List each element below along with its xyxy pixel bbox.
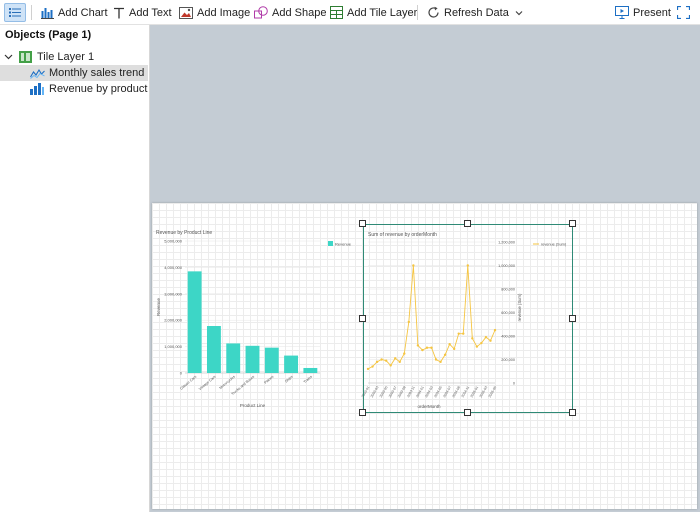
y-tick-label: 5,000,000 [164,239,183,244]
fullscreen-button[interactable] [677,3,694,22]
bar [187,271,202,373]
y-tick-label: 2,000,000 [164,318,183,323]
y-tick-label: 0 [180,371,183,376]
bar [303,367,318,373]
tree-item-revenue-by-product-line[interactable]: Revenue by product lin [0,81,148,97]
selection-frame [363,224,573,413]
toolbar-separator [417,5,418,20]
add-chart-label: Add Chart [58,6,108,19]
outline-toggle-button[interactable] [4,3,26,22]
x-axis-label: Product Line [240,403,266,408]
tree-item-tile-layer[interactable]: Tile Layer 1 [0,49,148,65]
x-tick-label: Planes [263,375,274,385]
bar-chart-icon [30,83,44,95]
legend-swatch [328,241,333,246]
fullscreen-icon [677,6,690,19]
image-icon [179,6,193,19]
monthly-sales-trend-chart[interactable]: Sum of revenue by orderMonth revenue (Sum… [359,220,576,416]
report-page[interactable]: Revenue by Product Line Revenue 5,000,000 4… [152,203,697,509]
y-axis-label: Revenue [156,297,161,316]
y-tick-label: 3,000,000 [164,291,183,296]
y-tick-label: 4,000,000 [164,265,183,270]
add-shape-label: Add Shape [272,6,327,19]
tree-item-label: Revenue by product lin [49,83,148,95]
refresh-data-button[interactable]: Refresh Data [427,3,523,22]
resize-handle-left[interactable] [359,315,366,322]
bar [206,326,221,373]
chevron-down-icon[interactable] [515,10,523,16]
resize-handle-top-left[interactable] [359,220,366,227]
resize-handle-top[interactable] [464,220,471,227]
x-tick-label: Ships [284,375,294,384]
x-tick-label: Motorcycles [219,375,236,391]
resize-handle-right[interactable] [569,315,576,322]
x-tick-label: Trains [303,375,313,385]
bar [284,355,299,373]
bar [264,347,279,373]
add-tile-layer-label: Add Tile Layer [347,6,418,19]
chevron-down-icon[interactable] [4,53,13,61]
text-icon [114,7,124,18]
resize-handle-bottom[interactable] [464,409,471,416]
tile-layer-icon [330,6,343,19]
revenue-by-product-line-chart[interactable]: Revenue by Product Line Revenue 5,000,000 4… [155,227,355,412]
canvas-area[interactable]: Revenue by Product Line Revenue 5,000,000 4… [150,25,700,512]
objects-panel: Objects (Page 1) Tile Layer 1 Monthly sa… [0,25,150,512]
line-chart-icon [30,68,45,79]
add-chart-button[interactable]: Add Chart [41,3,108,22]
refresh-icon [428,6,439,18]
add-tile-layer-button[interactable]: Add Tile Layer [330,3,417,22]
shape-icon [254,6,268,19]
tree-item-label: Tile Layer 1 [37,51,95,63]
add-image-button[interactable]: Add Image [179,3,250,22]
chart-title: Revenue by Product Line [156,230,212,236]
present-button[interactable]: Present [615,3,671,22]
resize-handle-top-right[interactable] [569,220,576,227]
add-image-label: Add Image [197,6,251,19]
add-text-label: Add Text [129,6,172,19]
tree-item-monthly-sales-trend[interactable]: Monthly sales trend 1 [0,65,148,81]
bar [226,343,241,373]
bar-chart-icon [41,7,54,19]
tree-item-label: Monthly sales trend 1 [49,67,148,79]
x-tick-label: Classic Cars [179,375,197,391]
present-label: Present [633,6,671,19]
present-icon [615,6,629,19]
refresh-data-label: Refresh Data [444,6,509,19]
bar [245,345,260,373]
bar-chart-svg: Revenue by Product Line Revenue 5,000,000 4… [156,230,352,408]
toolbar-separator [31,5,32,20]
add-text-button[interactable]: Add Text [113,3,172,22]
objects-panel-title: Objects (Page 1) [5,29,92,41]
list-icon [9,8,21,17]
x-tick-label: Vintage Cars [198,375,217,392]
legend-label: Revenue [335,242,352,247]
toolbar: Add Chart Add Text Add Image Add Shape A… [0,0,700,25]
resize-handle-bottom-left[interactable] [359,409,366,416]
add-shape-button[interactable]: Add Shape [254,3,326,22]
resize-handle-bottom-right[interactable] [569,409,576,416]
y-tick-label: 1,000,000 [164,344,183,349]
tile-layer-icon [19,51,32,63]
